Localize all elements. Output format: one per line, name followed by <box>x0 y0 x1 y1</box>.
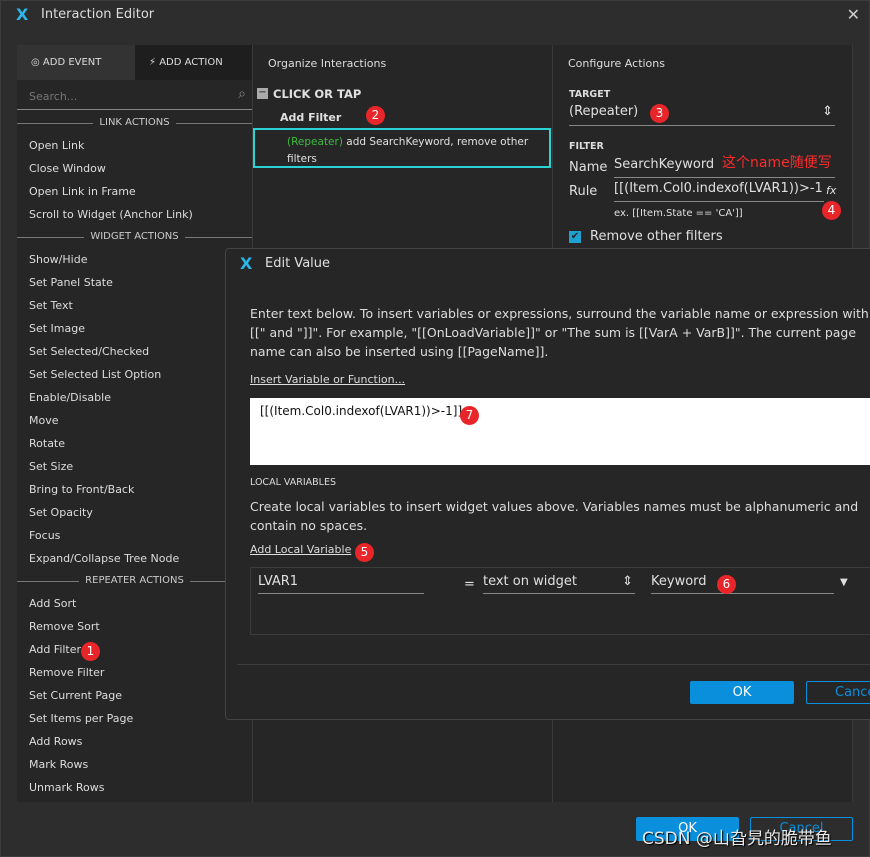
target-label: TARGET <box>569 89 611 100</box>
expression-textarea[interactable]: [[(Item.Col0.indexof(LVAR1))>-1]] <box>250 398 870 465</box>
action-item[interactable]: Open Link in Frame <box>29 185 136 198</box>
fx-icon[interactable]: fx <box>826 184 836 197</box>
collapse-icon[interactable]: − <box>257 88 268 99</box>
action-item[interactable]: Expand/Collapse Tree Node <box>29 552 179 565</box>
event-click-or-tap[interactable]: CLICK OR TAP <box>273 87 361 101</box>
rule-input[interactable]: [[(Item.Col0.indexof(LVAR1))>-1]] <box>614 181 824 202</box>
search-icon: ⌕ <box>238 86 246 102</box>
tab-add-action[interactable]: ⚡ ADD ACTION <box>135 45 252 80</box>
step-badge: 7 <box>460 406 479 425</box>
dialog-title: Edit Value <box>265 256 331 271</box>
action-item[interactable]: Set Image <box>29 322 85 335</box>
variable-name-input[interactable]: LVAR1 <box>258 574 424 594</box>
action-item[interactable]: Add Filter <box>29 643 81 656</box>
action-item[interactable]: Set Current Page <box>29 689 122 702</box>
action-item[interactable]: Bring to Front/Back <box>29 483 134 496</box>
annotation-text: 这个name随便写 <box>722 155 832 171</box>
section-header: REPEATER ACTIONS <box>17 575 252 586</box>
action-item[interactable]: Scroll to Widget (Anchor Link) <box>29 208 193 221</box>
action-item[interactable]: Enable/Disable <box>29 391 111 404</box>
action-item[interactable]: Close Window <box>29 162 106 175</box>
dialog-intro: Enter text below. To insert variables or… <box>250 306 870 359</box>
action-item[interactable]: Set Panel State <box>29 276 113 289</box>
filter-label: FILTER <box>569 141 604 152</box>
action-item[interactable]: Remove Sort <box>29 620 100 633</box>
name-label: Name <box>569 160 608 175</box>
local-variables-title: LOCAL VARIABLES <box>250 477 337 488</box>
tab-add-event[interactable]: ◎ ADD EVENT <box>17 45 135 80</box>
action-item[interactable]: Show/Hide <box>29 253 87 266</box>
action-item[interactable]: Open Link <box>29 139 84 152</box>
watermark: CSDN @山旮旯的脆带鱼 <box>642 829 832 849</box>
local-variables-desc: Create local variables to insert widget … <box>250 499 859 533</box>
action-item[interactable]: Move <box>29 414 59 427</box>
insert-variable-link[interactable]: Insert Variable or Function... <box>250 373 405 386</box>
section-header: LINK ACTIONS <box>17 117 252 128</box>
action-item[interactable]: Set Text <box>29 299 73 312</box>
equals-sign: = <box>464 577 475 592</box>
section-header: WIDGET ACTIONS <box>17 231 252 242</box>
updown-chevron-icon: ⇕ <box>622 574 633 589</box>
event-icon: ◎ <box>31 57 43 68</box>
axure-logo-icon: X <box>16 5 29 24</box>
step-badge: 4 <box>822 201 841 220</box>
axure-logo-icon: X <box>240 254 253 273</box>
target-select[interactable]: (Repeater) ⇕ <box>569 104 835 126</box>
step-badge: 6 <box>717 575 736 594</box>
window-title: Interaction Editor <box>41 7 155 22</box>
action-item[interactable]: Set Opacity <box>29 506 93 519</box>
action-item[interactable]: Unmark Rows <box>29 781 104 794</box>
step-badge: 5 <box>355 543 374 562</box>
action-detail-selected[interactable]: (Repeater) add SearchKeyword, remove oth… <box>253 128 551 168</box>
configure-title: Configure Actions <box>568 57 665 70</box>
step-badge: 2 <box>366 106 385 125</box>
updown-chevron-icon: ⇕ <box>822 104 833 119</box>
variable-type-select[interactable]: text on widget ⇕ <box>483 574 635 594</box>
action-item[interactable]: Mark Rows <box>29 758 88 771</box>
rule-label: Rule <box>569 184 598 199</box>
search-input[interactable]: Search... ⌕ <box>17 84 252 110</box>
action-item[interactable]: Add Sort <box>29 597 76 610</box>
action-item[interactable]: Set Selected List Option <box>29 368 161 381</box>
dialog-ok-button[interactable]: OK <box>690 681 794 704</box>
action-item[interactable]: Focus <box>29 529 60 542</box>
lightning-icon: ⚡ <box>149 57 160 68</box>
step-badge: 1 <box>81 642 100 661</box>
action-add-filter[interactable]: Add Filter <box>280 111 341 124</box>
divider <box>237 664 870 665</box>
widget-select[interactable]: Keyword <box>651 574 834 594</box>
action-item[interactable]: Set Size <box>29 460 73 473</box>
action-item[interactable]: Remove Filter <box>29 666 104 679</box>
add-local-variable-link[interactable]: Add Local Variable <box>250 543 351 556</box>
action-item[interactable]: Set Items per Page <box>29 712 133 725</box>
organize-title: Organize Interactions <box>268 57 387 70</box>
dialog-cancel-button[interactable]: Cancel <box>806 681 870 704</box>
dropdown-arrow-icon[interactable]: ▼ <box>840 577 848 588</box>
action-item[interactable]: Set Selected/Checked <box>29 345 149 358</box>
step-badge: 3 <box>650 104 669 123</box>
action-item[interactable]: Add Rows <box>29 735 82 748</box>
action-item[interactable]: Rotate <box>29 437 65 450</box>
remove-other-label: Remove other filters <box>590 229 723 244</box>
remove-other-checkbox[interactable]: ✔ <box>569 231 581 243</box>
close-icon[interactable]: ✕ <box>847 5 860 24</box>
rule-example: ex. [[Item.State == 'CA']] <box>614 208 743 219</box>
